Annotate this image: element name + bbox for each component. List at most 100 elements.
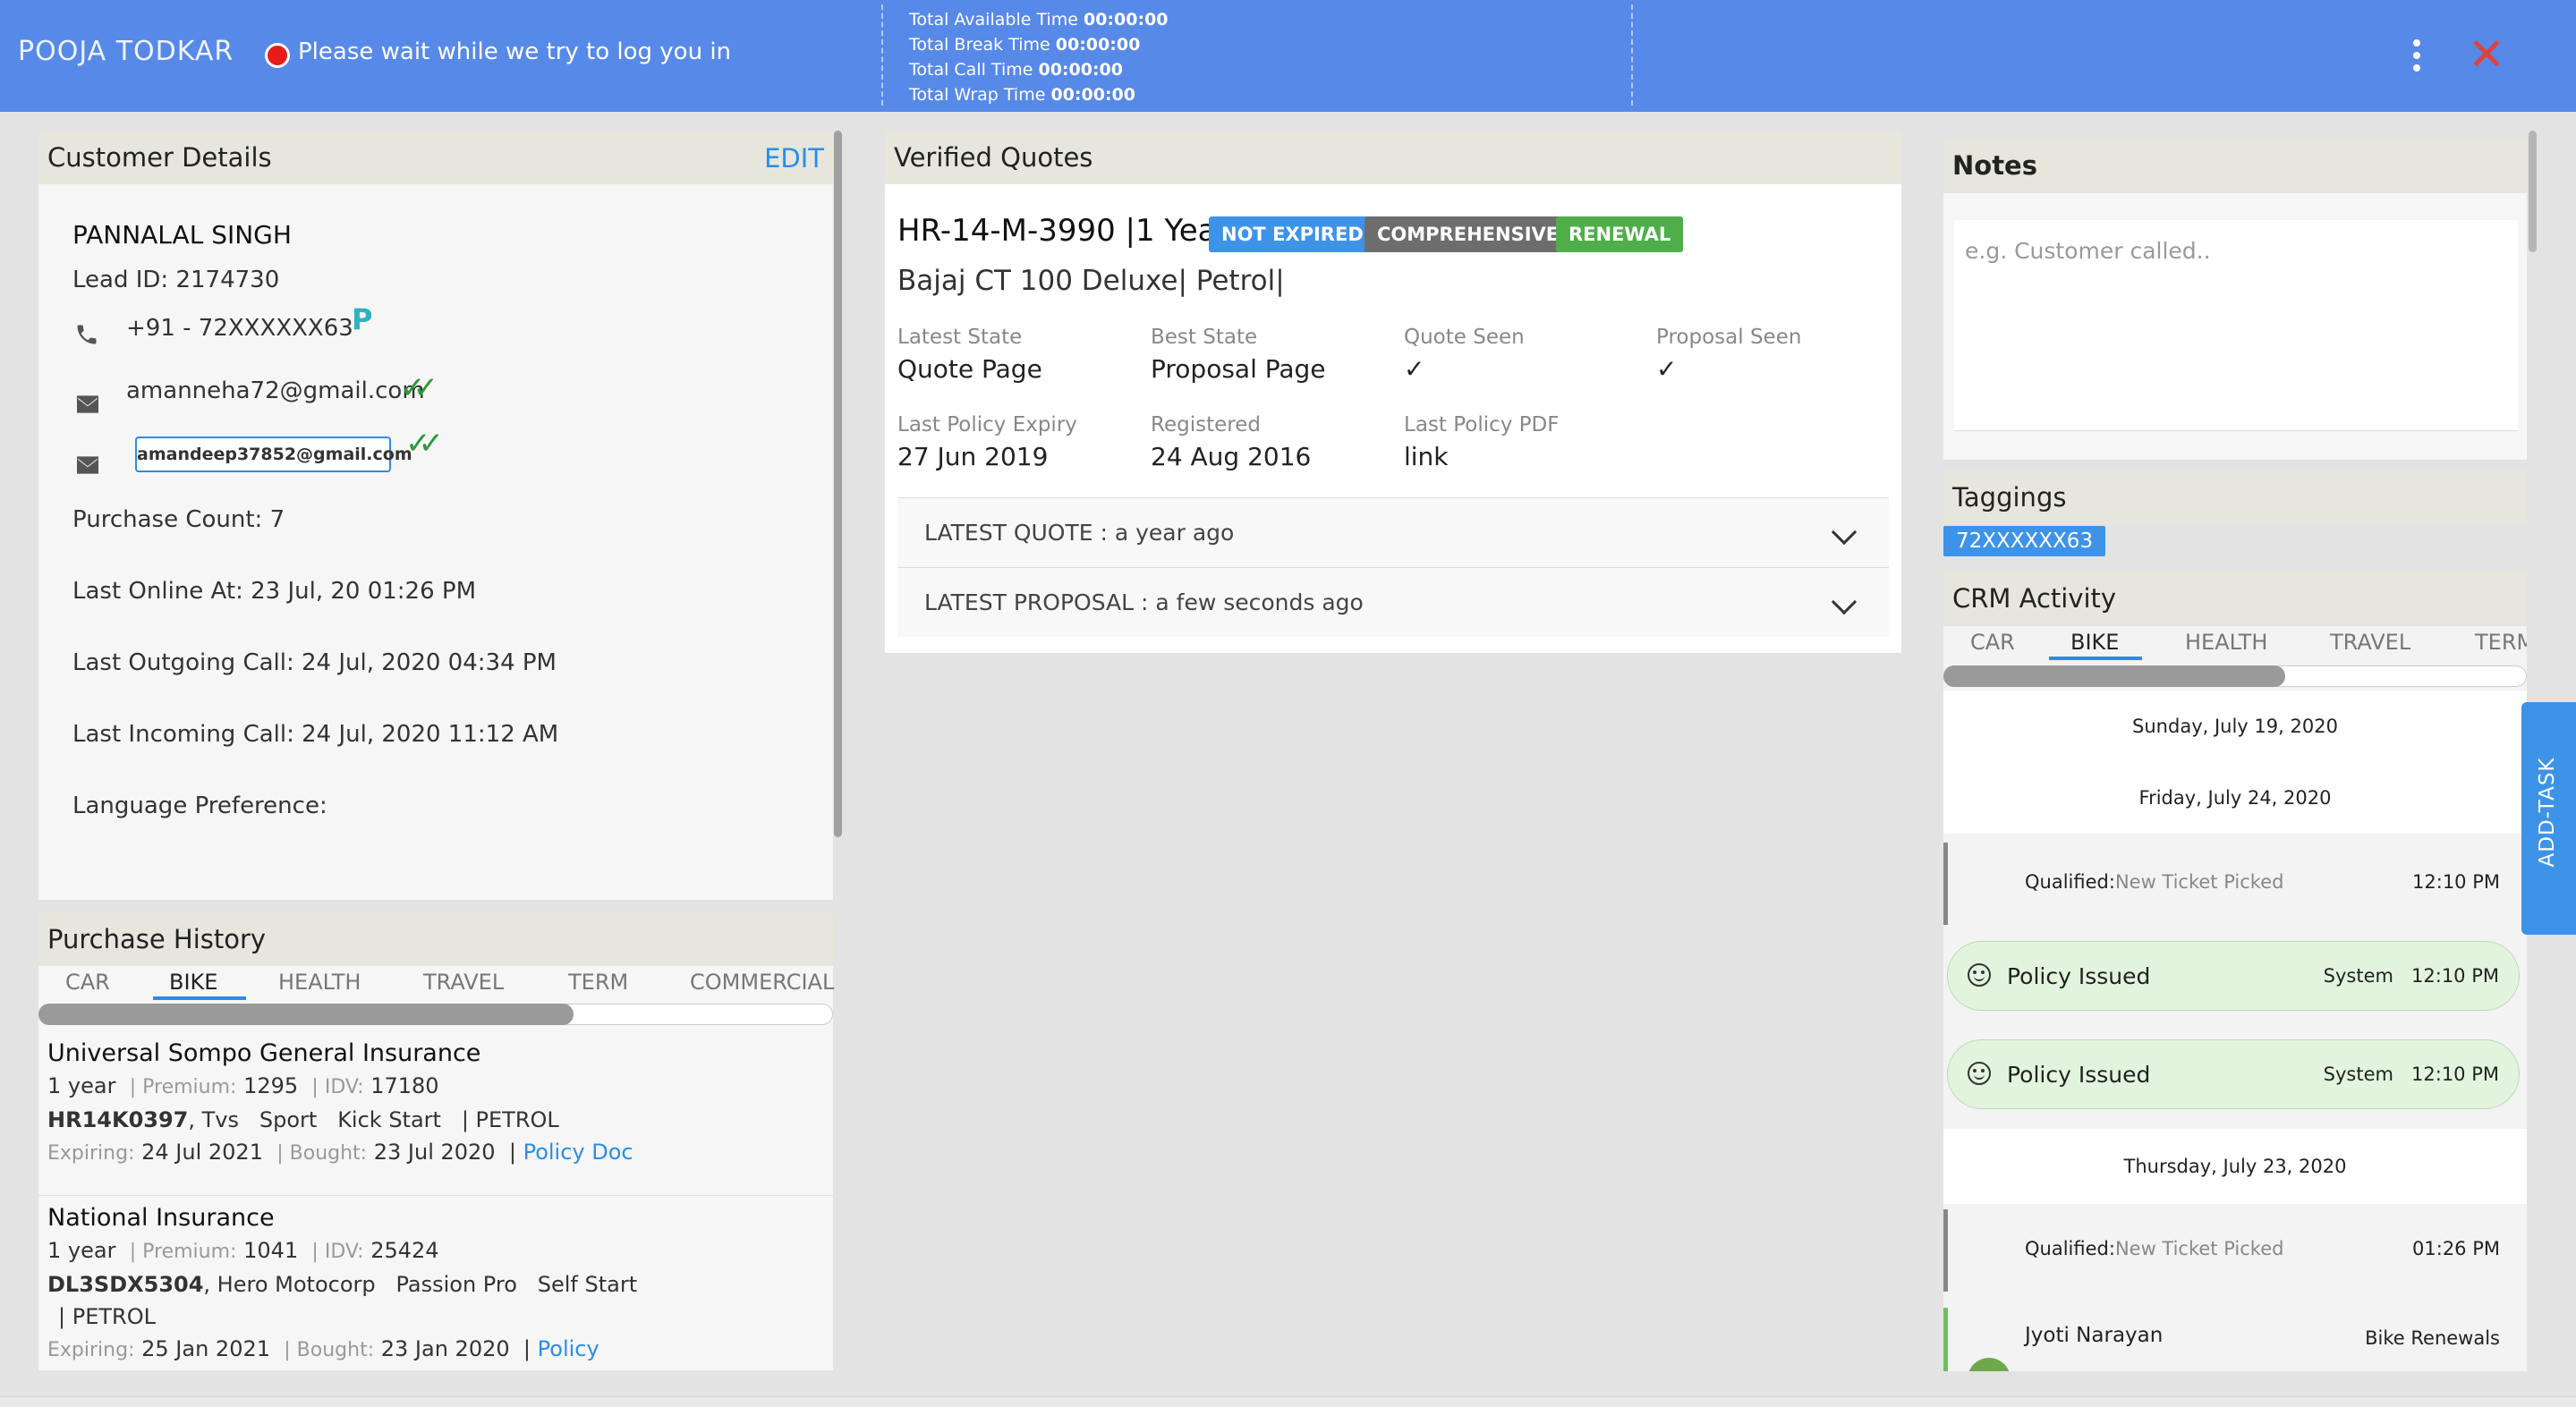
purchase-history-title: Purchase History bbox=[38, 912, 833, 966]
timer-summary: Total Available Time 00:00:00 Total Brea… bbox=[909, 7, 1169, 107]
activity-pill: Policy Issued System 12:10 PM bbox=[1947, 941, 2520, 1011]
badge-renewal: RENEWAL bbox=[1556, 216, 1684, 252]
purchase-history-tabs: CAR BIKE HEALTH TRAVEL TERM COMMERCIAL bbox=[38, 966, 834, 1000]
purchase-history-panel: Purchase History CAR BIKE HEALTH TRAVEL … bbox=[38, 912, 834, 1370]
divider bbox=[38, 1195, 833, 1196]
quote-vehicle: Bajaj CT 100 Deluxe| Petrol| bbox=[897, 265, 1285, 297]
fuel-type: | PETROL bbox=[58, 1304, 156, 1329]
activity-date: Friday, July 24, 2020 bbox=[1943, 762, 2527, 834]
tab-bike[interactable]: BIKE bbox=[2070, 630, 2119, 655]
insurer-name: Universal Sompo General Insurance bbox=[47, 1039, 481, 1067]
verified-quotes-panel: Verified Quotes HR-14-M-3990 |1 Year NOT… bbox=[885, 131, 1901, 653]
header-divider bbox=[881, 4, 883, 106]
tabs-scrollbar[interactable] bbox=[38, 1000, 833, 1027]
purchase-item: Universal Sompo General Insurance 1 year… bbox=[47, 1039, 633, 1165]
chevron-down-icon bbox=[1831, 519, 1858, 546]
tab-term[interactable]: TERM bbox=[2475, 630, 2527, 655]
customer-email-primary[interactable]: amanneha72@gmail.com bbox=[126, 377, 425, 404]
tab-health[interactable]: HEALTH bbox=[278, 970, 361, 995]
tab-car[interactable]: CAR bbox=[65, 970, 110, 995]
phone-icon bbox=[77, 325, 97, 344]
avatar bbox=[1968, 1358, 2011, 1371]
last-policy-expiry: Last Policy Expiry 27 Jun 2019 bbox=[897, 413, 1077, 471]
tab-bike[interactable]: BIKE bbox=[169, 970, 217, 995]
bought-date: 23 Jan 2020 bbox=[380, 1336, 510, 1361]
activity-time: 12:10 PM bbox=[2412, 871, 2500, 893]
policy-doc-link[interactable]: Policy Doc bbox=[523, 1140, 633, 1165]
notes-title: Notes bbox=[1943, 138, 2527, 193]
activity-date: Thursday, July 23, 2020 bbox=[1943, 1129, 2527, 1204]
language-preference: Language Preference: bbox=[72, 792, 327, 819]
vehicle-details: , Hero Motocorp Passion Pro Self Start bbox=[203, 1272, 638, 1297]
expiring-date: 24 Jul 2021 bbox=[141, 1140, 263, 1165]
activity-item: Jyoti Narayan Bike Renewals bbox=[1943, 1308, 2527, 1371]
purchase-count: Purchase Count: 7 bbox=[72, 506, 285, 533]
more-options-icon[interactable] bbox=[2412, 39, 2421, 72]
crm-tabs: CAR BIKE HEALTH TRAVEL TERM bbox=[1943, 626, 2527, 662]
idv-value: 25424 bbox=[370, 1238, 439, 1263]
timer-wrap: Total Wrap Time 00:00:00 bbox=[909, 85, 1135, 105]
tab-commercial[interactable]: COMMERCIAL bbox=[690, 970, 834, 995]
chevron-down-icon bbox=[1831, 589, 1858, 615]
agent-name: POOJA TODKAR bbox=[18, 36, 234, 67]
proposal-seen: Proposal Seen ✓ bbox=[1656, 326, 1802, 384]
policy-term: 1 year bbox=[47, 1073, 116, 1098]
bottom-bar bbox=[0, 1396, 2576, 1407]
customer-details-title: Customer Details bbox=[38, 131, 833, 184]
tabs-scrollbar[interactable] bbox=[1943, 662, 2527, 689]
activity-pill: Policy Issued System 12:10 PM bbox=[1947, 1039, 2520, 1109]
latest-quote-row[interactable]: LATEST QUOTE : a year ago bbox=[897, 497, 1889, 567]
tab-health[interactable]: HEALTH bbox=[2185, 630, 2267, 655]
top-bar: POOJA TODKAR Please wait while we try to… bbox=[0, 0, 2576, 112]
close-icon[interactable]: ✕ bbox=[2468, 32, 2505, 77]
agent-name: Jyoti Narayan bbox=[2025, 1324, 2164, 1347]
customer-phone[interactable]: +91 - 72XXXXXX63 bbox=[126, 315, 353, 342]
crm-activity-title: CRM Activity bbox=[1943, 571, 2527, 626]
active-tab-indicator bbox=[2049, 657, 2142, 660]
badge-not-expired: NOT EXPIRED bbox=[1209, 216, 1376, 252]
insurer-name: National Insurance bbox=[47, 1204, 275, 1232]
edit-customer-button[interactable]: EDIT bbox=[764, 143, 824, 174]
last-policy-pdf-link[interactable]: link bbox=[1404, 442, 1449, 471]
tab-travel[interactable]: TRAVEL bbox=[2330, 630, 2410, 655]
latest-proposal-row[interactable]: LATEST PROPOSAL : a few seconds ago bbox=[897, 567, 1889, 637]
last-policy-pdf: Last Policy PDF link bbox=[1404, 413, 1560, 471]
expiring-date: 25 Jan 2021 bbox=[141, 1336, 270, 1361]
tag-chip[interactable]: 72XXXXXX63 bbox=[1943, 526, 2106, 556]
mail-icon bbox=[77, 395, 98, 413]
smile-icon bbox=[1968, 963, 1991, 987]
premium-value: 1295 bbox=[243, 1073, 299, 1098]
last-incoming-call: Last Incoming Call: 24 Jul, 2020 11:12 A… bbox=[72, 721, 559, 748]
timer-break: Total Break Time 00:00:00 bbox=[909, 35, 1141, 55]
purchase-item: National Insurance 1 year | Premium: 104… bbox=[47, 1204, 638, 1361]
verified-quotes-title: Verified Quotes bbox=[885, 131, 1901, 184]
last-outgoing-call: Last Outgoing Call: 24 Jul, 2020 04:34 P… bbox=[72, 649, 557, 676]
tab-car[interactable]: CAR bbox=[1970, 630, 2015, 655]
idv-value: 17180 bbox=[370, 1073, 439, 1098]
registration-number: HR14K0397 bbox=[47, 1107, 189, 1132]
notes-panel: Notes bbox=[1943, 138, 2527, 460]
activity-item: Qualified:New Ticket Picked 01:26 PM bbox=[1943, 1209, 2527, 1292]
best-state: Best State Proposal Page bbox=[1151, 326, 1326, 384]
tab-term[interactable]: TERM bbox=[568, 970, 628, 995]
quote-registration-term: HR-14-M-3990 |1 Year bbox=[897, 213, 1229, 249]
last-online: Last Online At: 23 Jul, 20 01:26 PM bbox=[72, 578, 477, 605]
policy-doc-link[interactable]: Policy bbox=[538, 1336, 599, 1361]
taggings-title: Taggings bbox=[1943, 470, 2527, 524]
tab-travel[interactable]: TRAVEL bbox=[423, 970, 504, 995]
bought-date: 23 Jul 2020 bbox=[373, 1140, 496, 1165]
activity-item: Qualified:New Ticket Picked 12:10 PM bbox=[1943, 843, 2527, 925]
timer-call: Total Call Time 00:00:00 bbox=[909, 60, 1123, 80]
mail-icon bbox=[77, 456, 98, 474]
activity-date: Sunday, July 19, 2020 bbox=[1943, 691, 2527, 762]
activity-time: 01:26 PM bbox=[2412, 1238, 2500, 1259]
registered-date: Registered 24 Aug 2016 bbox=[1151, 413, 1312, 471]
smile-icon bbox=[1968, 1062, 1991, 1085]
crm-activity-panel: CRM Activity CAR BIKE HEALTH TRAVEL TERM… bbox=[1943, 571, 2527, 1371]
notes-input[interactable] bbox=[1954, 220, 2518, 430]
taggings-panel: Taggings 72XXXXXX63 bbox=[1943, 470, 2527, 569]
customer-email-secondary[interactable]: amandeep37852@gmail.com bbox=[135, 437, 412, 472]
right-panel-scrollbar[interactable] bbox=[2529, 131, 2537, 252]
customer-panel-scrollbar[interactable] bbox=[834, 131, 842, 837]
add-task-button[interactable]: ADD-TASK bbox=[2521, 702, 2576, 935]
